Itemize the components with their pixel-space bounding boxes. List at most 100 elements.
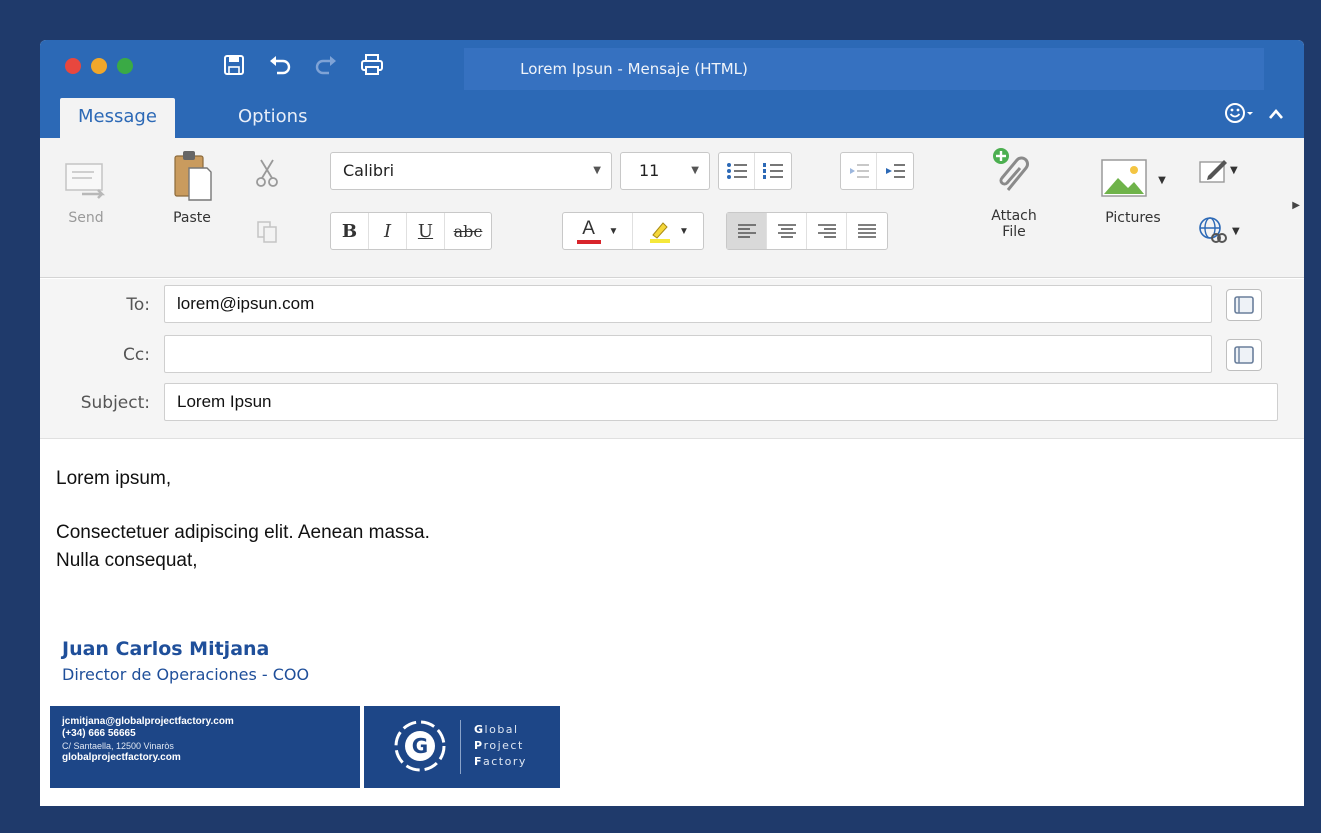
chevron-down-icon: ▼ — [1230, 164, 1238, 176]
font-size-select[interactable]: 11 ▼ — [620, 152, 710, 190]
address-book-icon[interactable] — [1226, 289, 1262, 321]
font-name-select[interactable]: Calibri ▼ — [330, 152, 612, 190]
paste-button[interactable]: Paste — [160, 146, 224, 226]
subject-label: Subject: — [80, 393, 150, 413]
text-style-group: B I U abc — [330, 212, 492, 250]
alignment-group — [726, 212, 888, 250]
pictures-icon-row: ▼ — [1100, 156, 1166, 204]
chevron-up-icon[interactable] — [1268, 107, 1284, 125]
chevron-down-icon: ▼ — [691, 165, 699, 176]
signature-button[interactable]: ▼ — [1198, 156, 1252, 184]
attach-label-1: Attach — [991, 208, 1037, 224]
decrease-indent-icon[interactable] — [841, 153, 877, 189]
undo-icon[interactable] — [266, 50, 294, 80]
ribbon: Send Paste Calibri ▼ 11 ▼ B I U abc A ▼ … — [40, 138, 1304, 278]
signature-email[interactable]: jcmitjana@globalprojectfactory.com — [62, 716, 348, 728]
align-center-icon[interactable] — [767, 213, 807, 249]
to-field[interactable]: lorem@ipsun.com — [164, 285, 1212, 323]
pictures-button[interactable]: ▼ Pictures — [1092, 156, 1174, 226]
strikethrough-button[interactable]: abc — [445, 213, 491, 249]
font-color-button[interactable]: A ▼ — [563, 213, 633, 249]
bold-button[interactable]: B — [331, 213, 369, 249]
company-logo-block: G Global Project Factory — [364, 706, 560, 788]
company-name-line: Factory — [474, 754, 527, 770]
title-bar: Lorem Ipsun - Mensaje (HTML) — [40, 40, 1304, 92]
italic-button[interactable]: I — [369, 213, 407, 249]
window-title: Lorem Ipsun - Mensaje (HTML) — [520, 60, 748, 78]
cc-row: Cc: — [40, 335, 1304, 375]
address-fields: To: lorem@ipsun.com Cc: Subject: Lorem I… — [40, 279, 1304, 439]
close-window-button[interactable] — [65, 58, 81, 74]
attach-label-2: File — [1002, 224, 1026, 240]
subject-row: Subject: Lorem Ipsun — [40, 383, 1304, 423]
mail-compose-window: Lorem Ipsun - Mensaje (HTML) Message Opt… — [40, 40, 1304, 806]
send-label: Send — [68, 210, 104, 226]
paste-icon — [174, 151, 212, 201]
body-line: Nulla consequat, — [56, 550, 198, 571]
signature-address: C/ Santaella, 12500 Vinaròs — [62, 741, 174, 751]
body-line: Consectetuer adipiscing elit. Aenean mas… — [56, 522, 430, 543]
signature-website[interactable]: globalprojectfactory.com — [62, 752, 348, 764]
company-logo-icon: G — [394, 720, 446, 772]
send-button[interactable]: Send — [58, 158, 114, 226]
cc-label: Cc: — [123, 345, 150, 365]
company-name: Global Project Factory — [474, 722, 527, 770]
attach-file-button[interactable]: Attach File — [978, 146, 1050, 240]
bullet-list-icon[interactable] — [719, 153, 755, 189]
numbered-list-icon[interactable] — [755, 153, 791, 189]
company-name-rest: lobal — [484, 723, 519, 736]
chevron-down-icon: ▼ — [679, 225, 689, 237]
company-name-initial: G — [474, 723, 485, 736]
underline-button[interactable]: U — [407, 213, 445, 249]
signature-title: Director de Operaciones - COO — [62, 665, 310, 684]
font-name-value: Calibri — [343, 161, 395, 180]
list-button-group — [718, 152, 792, 190]
copy-icon[interactable] — [254, 220, 280, 244]
justify-icon[interactable] — [847, 213, 887, 249]
redo-icon[interactable] — [312, 50, 340, 80]
hyperlink-button[interactable]: ▼ — [1196, 216, 1260, 246]
align-right-icon[interactable] — [807, 213, 847, 249]
tab-options[interactable]: Options — [220, 98, 325, 138]
print-icon[interactable] — [358, 50, 386, 80]
message-body[interactable]: Lorem ipsum, Consectetuer adipiscing eli… — [56, 465, 1286, 575]
company-name-line: Global — [474, 722, 527, 738]
picture-icon — [1101, 159, 1147, 197]
paperclip-icon — [993, 148, 1029, 191]
to-label: To: — [126, 295, 150, 315]
signature-contact-block: jcmitjana@globalprojectfactory.com (+34)… — [50, 706, 360, 788]
smiley-icon[interactable] — [1224, 102, 1254, 129]
company-name-initial: F — [474, 755, 484, 768]
company-name-rest: roject — [483, 739, 524, 752]
ribbon-overflow-icon[interactable]: ▶ — [1292, 200, 1300, 211]
chevron-down-icon: ▼ — [1158, 174, 1166, 186]
window-controls — [65, 58, 133, 74]
chevron-down-icon: ▼ — [593, 165, 601, 176]
tab-bar-right — [1224, 102, 1284, 129]
company-name-rest: actory — [483, 755, 527, 768]
font-color-icon: A — [576, 218, 601, 244]
minimize-window-button[interactable] — [91, 58, 107, 74]
chevron-down-icon: ▼ — [1232, 225, 1240, 237]
align-left-icon[interactable] — [727, 213, 767, 249]
cc-field[interactable] — [164, 335, 1212, 373]
highlight-button[interactable]: ▼ — [633, 213, 703, 249]
address-book-icon[interactable] — [1226, 339, 1262, 371]
paste-label: Paste — [173, 210, 211, 226]
font-size-value: 11 — [639, 161, 660, 180]
cut-icon[interactable] — [252, 158, 282, 188]
save-icon[interactable] — [220, 50, 248, 80]
body-greeting: Lorem ipsum, — [56, 468, 172, 489]
increase-indent-icon[interactable] — [877, 153, 913, 189]
indent-button-group — [840, 152, 914, 190]
logo-divider — [460, 720, 461, 774]
ribbon-tab-bar: Message Options — [40, 92, 1304, 138]
tab-message[interactable]: Message — [60, 98, 175, 138]
link-globe-icon — [1199, 217, 1227, 243]
company-name-initial: P — [474, 739, 484, 752]
maximize-window-button[interactable] — [117, 58, 133, 74]
subject-field[interactable]: Lorem Ipsun — [164, 383, 1278, 421]
chevron-down-icon: ▼ — [608, 225, 619, 237]
color-group: A ▼ ▼ — [562, 212, 704, 250]
